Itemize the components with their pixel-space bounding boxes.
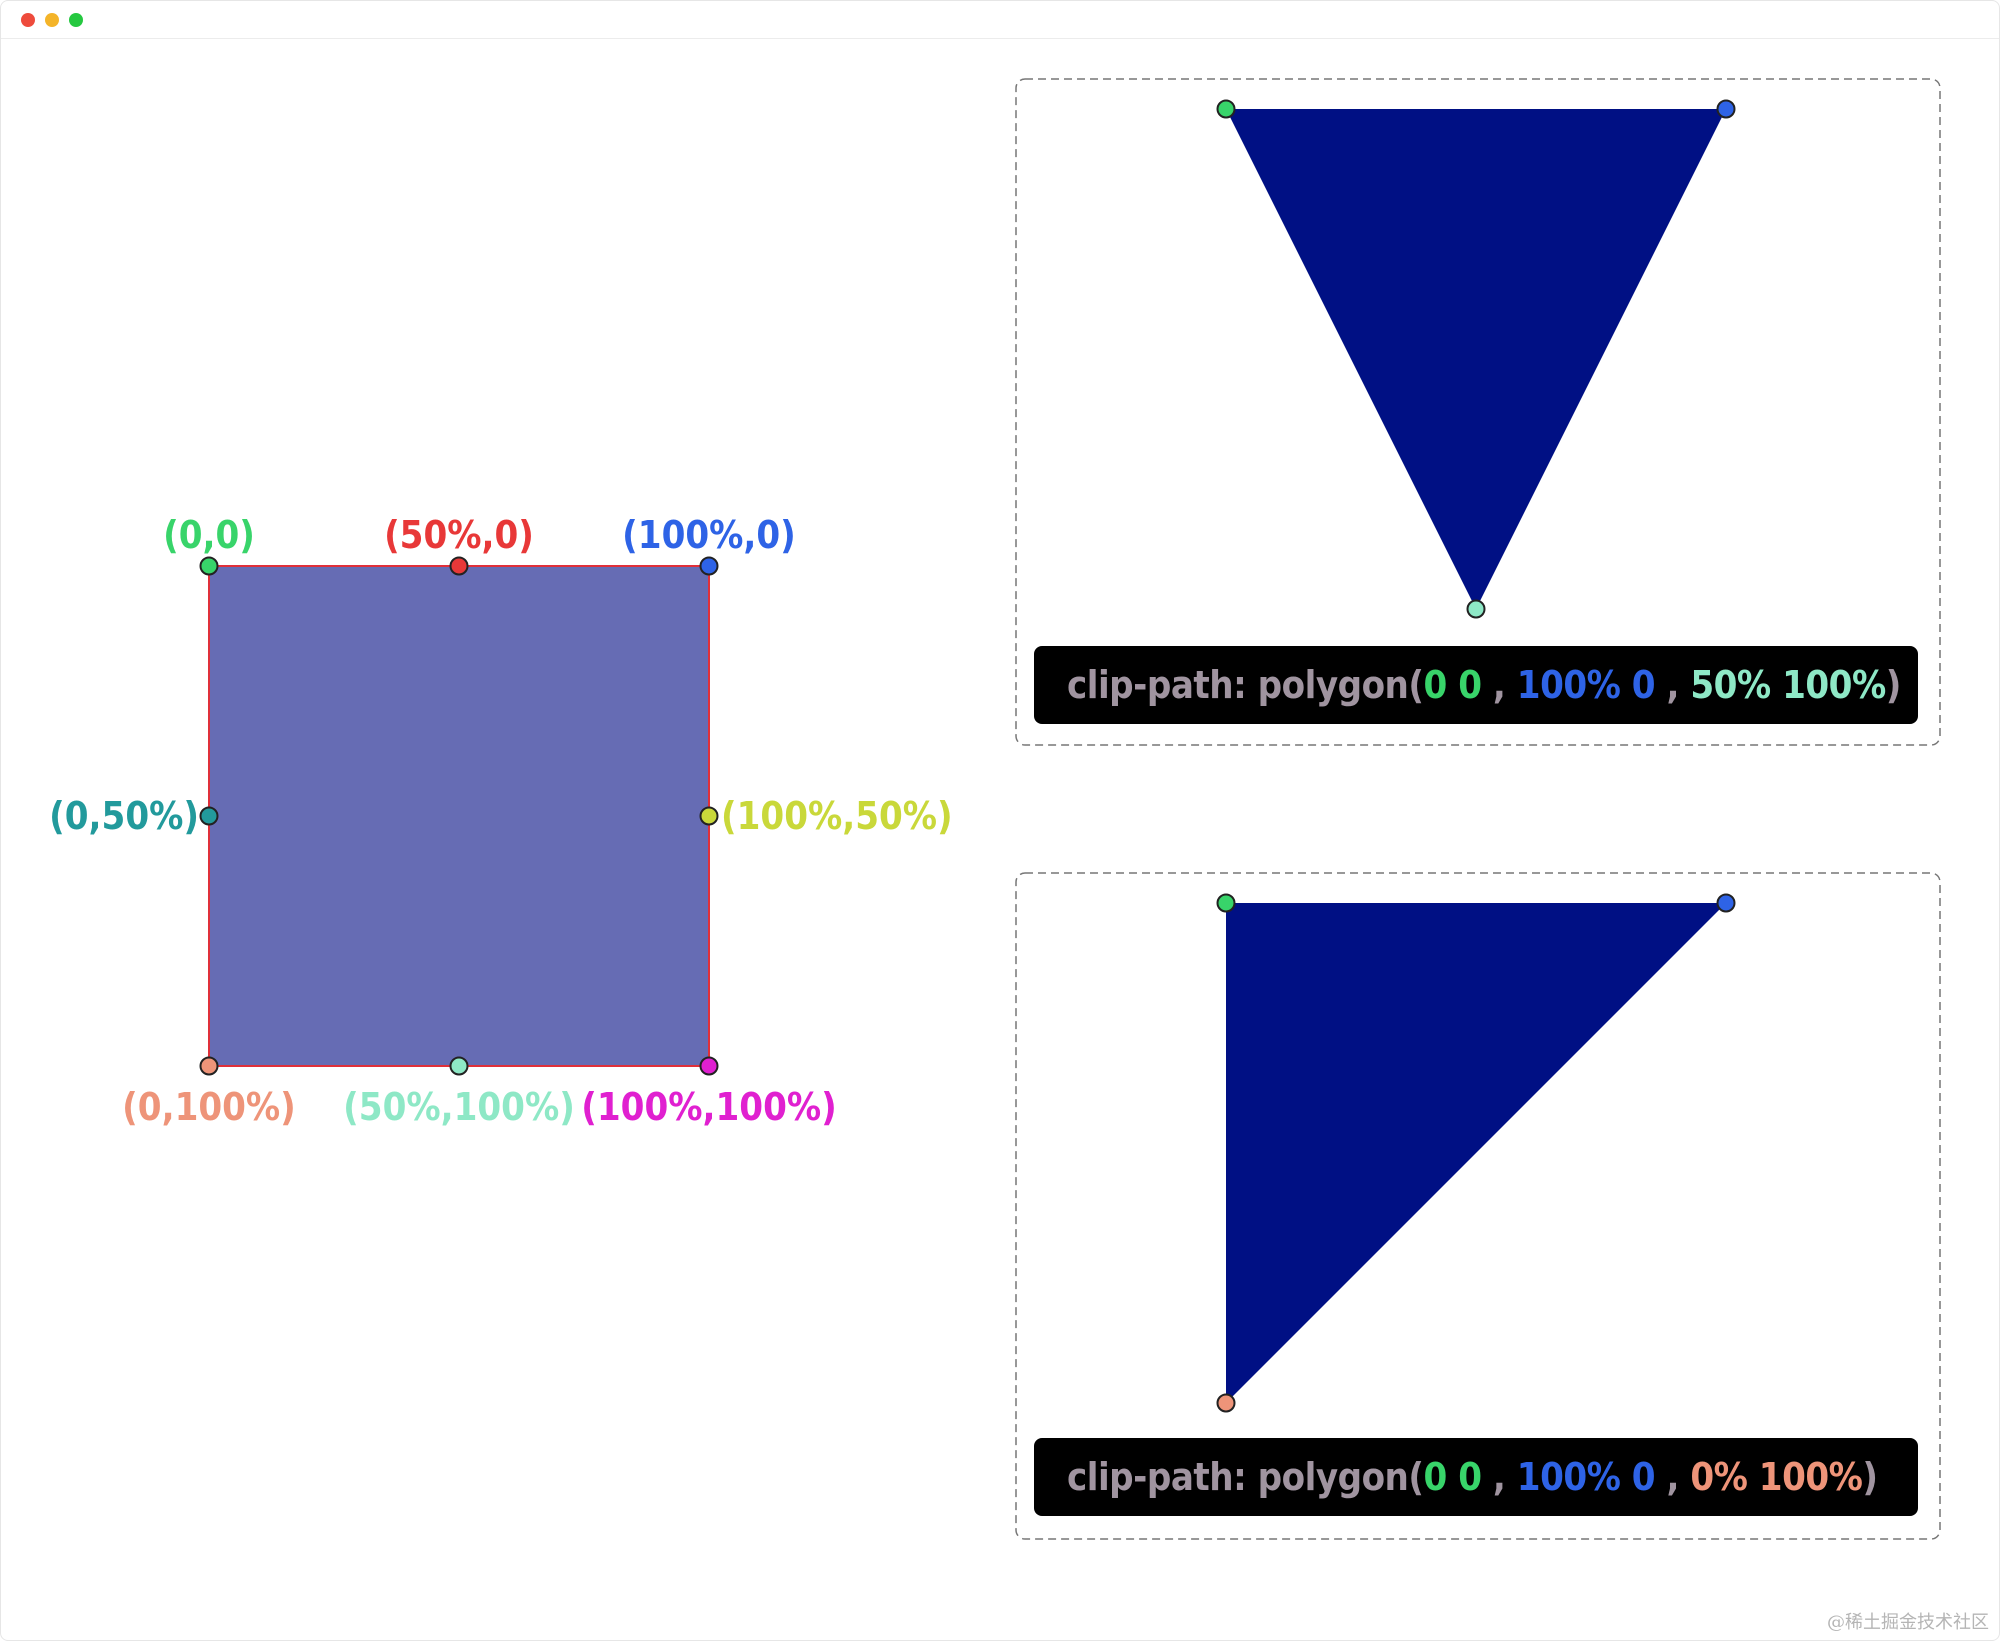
code-bar-right-triangle: clip-path: polygon(0 0 , 100% 0 , 0% 100… — [1034, 1438, 1918, 1516]
vertex-right-triangle-1 — [1216, 893, 1236, 913]
label-middle-left: (0,50%) — [49, 794, 199, 838]
point-bottom-right — [699, 1056, 719, 1076]
point-bottom-left — [199, 1056, 219, 1076]
label-top-right: (100%,0) — [622, 513, 796, 557]
vertex-inverted-triangle-2 — [1716, 99, 1736, 119]
code-token: 0 0 — [1423, 663, 1482, 707]
code-token: ) — [1885, 663, 1902, 707]
reference-square-diagram: (0,0) (50%,0) (100%,0) (0,50%) (100%,50%) (0,… — [49, 513, 953, 1129]
label-bottom-left: (0,100%) — [122, 1085, 296, 1129]
code-token: clip-path: polygon( — [1067, 1455, 1424, 1499]
watermark: @稀土掘金技术社区 — [1827, 1612, 1989, 1633]
code-token: 100% 0 — [1516, 1455, 1656, 1499]
code-token: , — [1481, 663, 1517, 707]
point-top-center — [449, 556, 469, 576]
label-top-left: (0,0) — [163, 513, 255, 557]
vertex-right-triangle-3 — [1216, 1393, 1236, 1413]
reference-square — [208, 565, 710, 1067]
label-middle-right: (100%,50%) — [721, 794, 953, 838]
label-bottom-center: (50%,100%) — [343, 1085, 575, 1129]
point-bottom-center — [449, 1056, 469, 1076]
shape-right-triangle — [1226, 903, 1726, 1403]
point-middle-left — [199, 806, 219, 826]
code-token: , — [1655, 1455, 1691, 1499]
code-token: , — [1481, 1455, 1517, 1499]
point-top-left — [199, 556, 219, 576]
code-token: 100% 0 — [1516, 663, 1656, 707]
point-middle-right — [699, 806, 719, 826]
code-token: , — [1655, 663, 1691, 707]
shape-inverted-triangle — [1226, 109, 1726, 609]
vertex-inverted-triangle-3 — [1466, 599, 1486, 619]
code-token: ) — [1862, 1455, 1878, 1499]
vertex-inverted-triangle-1 — [1216, 99, 1236, 119]
code-token: clip-path: polygon( — [1067, 663, 1424, 707]
vertex-right-triangle-2 — [1716, 893, 1736, 913]
label-top-center: (50%,0) — [384, 513, 534, 557]
code-bar-inverted-triangle: clip-path: polygon(0 0 , 100% 0 , 50% 10… — [1034, 646, 1918, 724]
point-top-right — [699, 556, 719, 576]
code-token: 0% 100% — [1690, 1455, 1863, 1499]
app-window: (0,0) (50%,0) (100%,0) (0,50%) (100%,50%) (0,… — [0, 0, 2000, 1641]
code-token: 0 0 — [1423, 1455, 1482, 1499]
label-bottom-right: (100%,100%) — [581, 1085, 836, 1129]
code-token: 50% 100% — [1690, 663, 1886, 707]
clip-path-diagram: (0,0) (50%,0) (100%,0) (0,50%) (100%,50%) (0,… — [49, 78, 1941, 1540]
examples-group — [1015, 78, 1941, 1540]
